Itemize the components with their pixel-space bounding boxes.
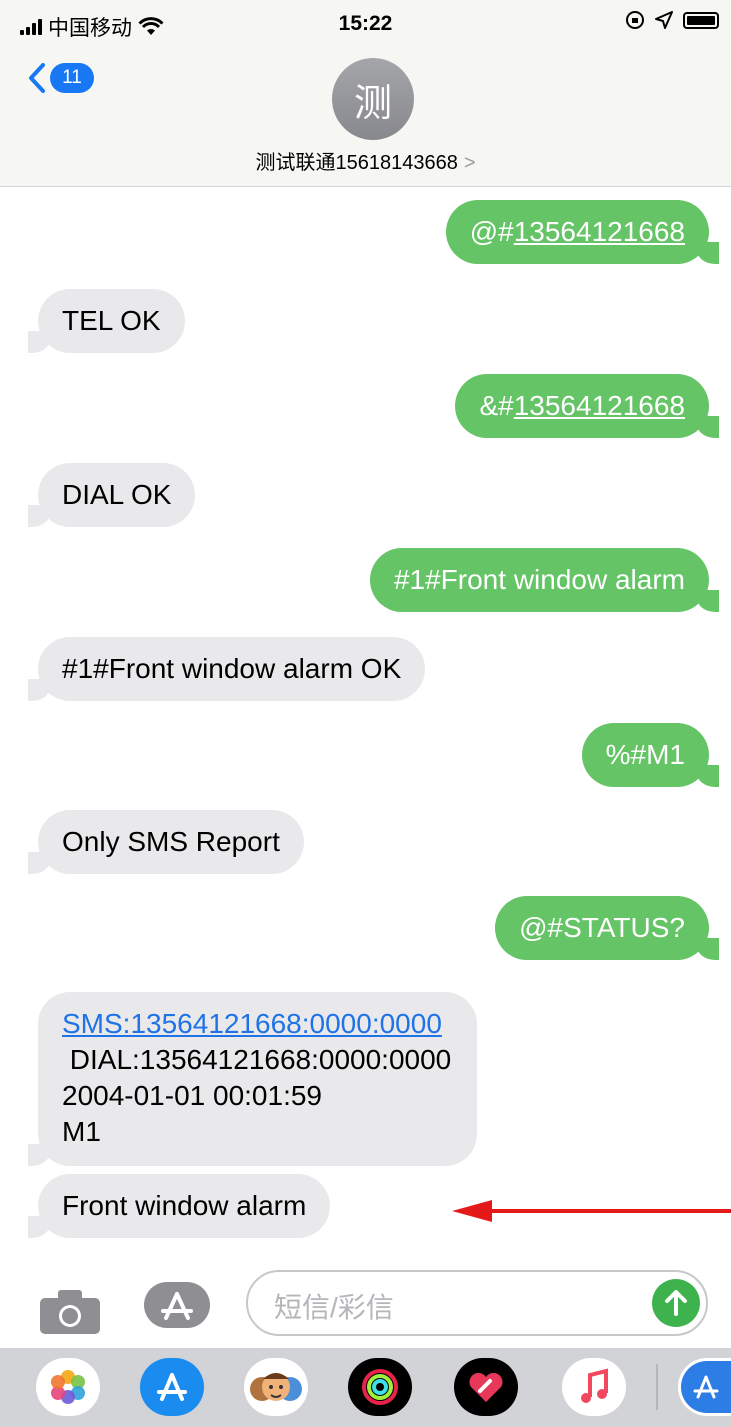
status-time: 15:22 xyxy=(338,12,393,35)
send-button[interactable] xyxy=(652,1279,700,1327)
message-text: &# xyxy=(479,390,514,421)
digital-touch-icon[interactable] xyxy=(454,1358,518,1416)
message-text: Front window alarm xyxy=(62,1190,307,1221)
message-text: @# xyxy=(469,216,514,247)
phone-number-link[interactable]: 13564121668 xyxy=(514,216,685,247)
conversation-header: 中国移动 15:22 11 测 测试联通15618143668 > xyxy=(0,0,731,187)
arrow-up-icon xyxy=(665,1290,687,1316)
orientation-lock-icon xyxy=(626,11,644,29)
message-bubble-outgoing[interactable]: @#13564121668 xyxy=(445,200,720,264)
back-button[interactable]: 11 xyxy=(28,62,94,94)
message-bubble-outgoing[interactable]: #1#Front window alarm xyxy=(369,548,720,612)
message-bubble-incoming[interactable]: TEL OK xyxy=(28,289,185,353)
status-right-icons xyxy=(625,10,719,30)
message-bubble-outgoing[interactable]: @#STATUS? xyxy=(495,896,719,960)
message-text: %#M1 xyxy=(605,739,685,770)
music-icon[interactable] xyxy=(562,1358,626,1416)
message-bubble-outgoing[interactable]: %#M1 xyxy=(581,723,720,787)
sms-status-link[interactable]: SMS:13564121668:0000:0000 xyxy=(62,1006,451,1042)
chevron-right-icon: > xyxy=(463,152,476,174)
red-annotation-arrow xyxy=(452,1200,731,1222)
message-text: @#STATUS? xyxy=(519,912,685,943)
imessage-app-drawer xyxy=(0,1348,731,1427)
app-store-icon[interactable] xyxy=(140,1358,204,1416)
message-text: DIAL OK xyxy=(62,479,172,510)
message-text: TEL OK xyxy=(62,305,161,336)
contact-avatar[interactable]: 测 xyxy=(332,58,414,140)
status-line-datetime: 2004-01-01 00:01:59 xyxy=(62,1080,322,1111)
message-bubble-incoming[interactable]: Only SMS Report xyxy=(28,810,304,874)
message-text: Only SMS Report xyxy=(62,826,280,857)
message-bubble-incoming-status[interactable]: SMS:13564121668:0000:0000 DIAL:135641216… xyxy=(27,992,478,1166)
status-bar: 中国移动 15:22 xyxy=(0,0,731,50)
phone-number-link[interactable]: 13564121668 xyxy=(514,390,685,421)
activity-icon[interactable] xyxy=(348,1358,412,1416)
app-store-button[interactable] xyxy=(144,1282,210,1328)
camera-icon[interactable] xyxy=(40,1290,100,1334)
contact-name-link[interactable]: 测试联通15618143668 > xyxy=(0,146,731,175)
battery-icon xyxy=(683,11,719,29)
message-text: #1#Front window alarm xyxy=(393,564,685,595)
message-text: #1#Front window alarm OK xyxy=(62,653,402,684)
location-icon xyxy=(655,11,673,29)
status-line-dial: DIAL:13564121668:0000:0000 xyxy=(62,1044,452,1075)
message-bubble-incoming[interactable]: DIAL OK xyxy=(27,463,196,527)
unread-count-badge: 11 xyxy=(50,63,94,93)
status-line-mode: M1 xyxy=(62,1116,101,1147)
app-store-more-icon[interactable] xyxy=(678,1358,731,1416)
input-placeholder: 短信/彩信 xyxy=(274,1292,394,1323)
chevron-left-icon xyxy=(29,63,45,93)
message-bubble-incoming[interactable]: Front window alarm xyxy=(27,1174,331,1238)
photos-icon[interactable] xyxy=(36,1358,100,1416)
message-bubble-incoming[interactable]: #1#Front window alarm OK xyxy=(27,637,426,701)
app-store-icon xyxy=(161,1292,193,1320)
memoji-icon[interactable] xyxy=(244,1358,308,1416)
message-bubble-outgoing[interactable]: &#13564121668 xyxy=(455,374,719,438)
contact-name: 测试联通15618143668 xyxy=(255,152,458,174)
dock-divider xyxy=(656,1364,658,1410)
message-input-field[interactable]: 短信/彩信 xyxy=(246,1270,708,1336)
